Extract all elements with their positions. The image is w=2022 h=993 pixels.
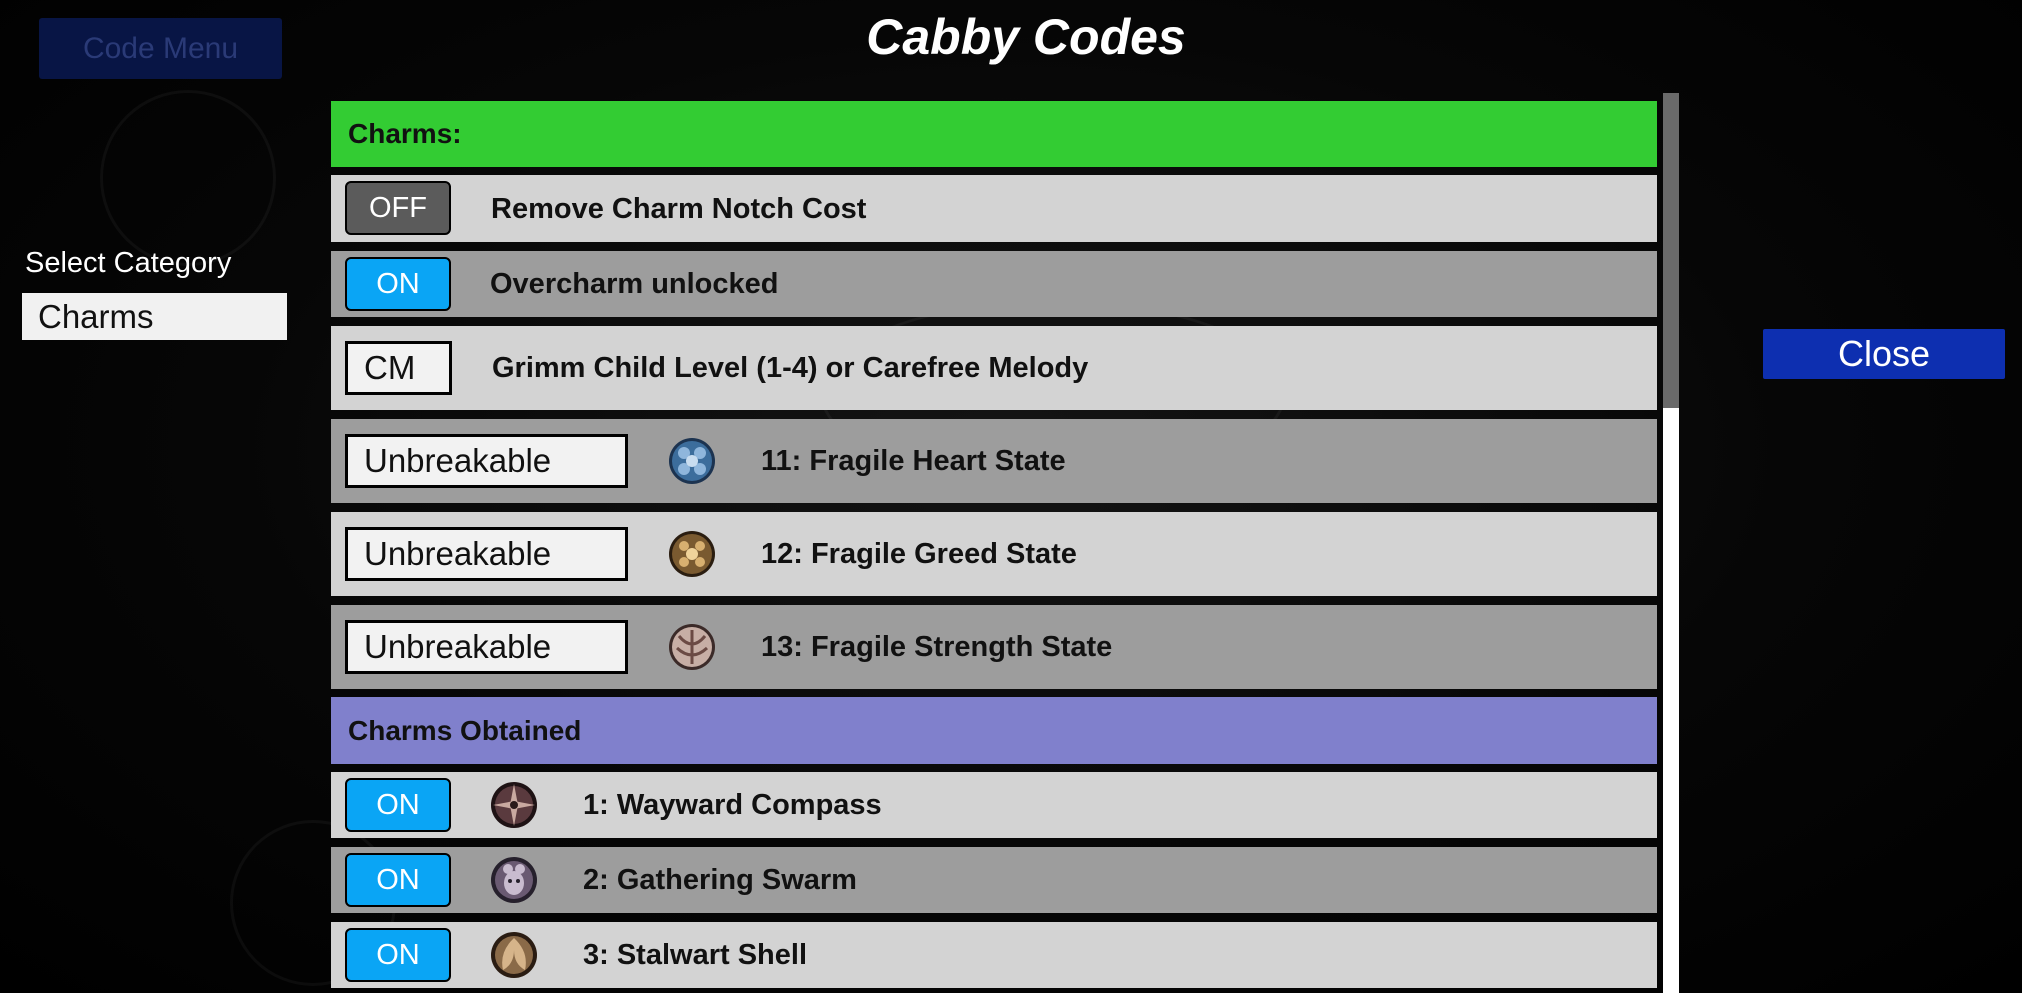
category-select[interactable]: Charms	[22, 293, 287, 340]
close-button[interactable]: Close	[1763, 329, 2005, 379]
code-label: 3: Stalwart Shell	[583, 939, 808, 971]
list-item: ON Overcharm unlocked	[331, 251, 1657, 317]
toggle-button[interactable]: ON	[345, 257, 451, 311]
background-ornament	[100, 90, 276, 266]
charm-state-select[interactable]: Unbreakable	[345, 527, 628, 581]
code-label: Remove Charm Notch Cost	[491, 193, 867, 225]
list-item: Unbreakable 12: Fragile Greed State	[331, 512, 1657, 596]
stalwart-shell-icon	[491, 932, 537, 978]
charm-state-select[interactable]: Unbreakable	[345, 620, 628, 674]
toggle-button[interactable]: ON	[345, 778, 451, 832]
code-label: 13: Fragile Strength State	[761, 631, 1113, 663]
fragile-greed-icon	[669, 531, 715, 577]
list-item: ON 2: Gathering Swarm	[331, 847, 1657, 913]
code-label: 12: Fragile Greed State	[761, 538, 1077, 570]
section-header-label: Charms:	[348, 118, 462, 149]
grimm-child-level-input[interactable]: CM	[345, 341, 452, 395]
toggle-button[interactable]: ON	[345, 928, 451, 982]
section-header-label: Charms Obtained	[348, 714, 582, 746]
list-item: ON 3: Stalwart Shell	[331, 922, 1657, 988]
list-item: Unbreakable 13: Fragile Strength State	[331, 605, 1657, 689]
code-label: 11: Fragile Heart State	[761, 445, 1066, 477]
toggle-button[interactable]: OFF	[345, 181, 451, 235]
code-label: Overcharm unlocked	[490, 268, 779, 300]
select-category-label: Select Category	[25, 247, 232, 279]
section-header-charms-obtained: Charms Obtained	[331, 697, 1657, 764]
section-header-charms: Charms:	[331, 101, 1657, 167]
codes-list: Charms: OFF Remove Charm Notch Cost ON O…	[331, 0, 1657, 993]
charm-state-select[interactable]: Unbreakable	[345, 434, 628, 488]
list-item: CM Grimm Child Level (1-4) or Carefree M…	[331, 326, 1657, 410]
code-label: 1: Wayward Compass	[583, 789, 882, 821]
wayward-compass-icon	[491, 782, 537, 828]
code-label: Grimm Child Level (1-4) or Carefree Melo…	[492, 352, 1089, 384]
list-item: Unbreakable 11: Fragile Heart State	[331, 419, 1657, 503]
list-item: ON 1: Wayward Compass	[331, 772, 1657, 838]
code-label: 2: Gathering Swarm	[583, 864, 857, 896]
list-item: OFF Remove Charm Notch Cost	[331, 175, 1657, 242]
fragile-heart-icon	[669, 438, 715, 484]
scrollbar-thumb[interactable]	[1663, 93, 1679, 408]
fragile-strength-icon	[669, 624, 715, 670]
toggle-button[interactable]: ON	[345, 853, 451, 907]
gathering-swarm-icon	[491, 857, 537, 903]
